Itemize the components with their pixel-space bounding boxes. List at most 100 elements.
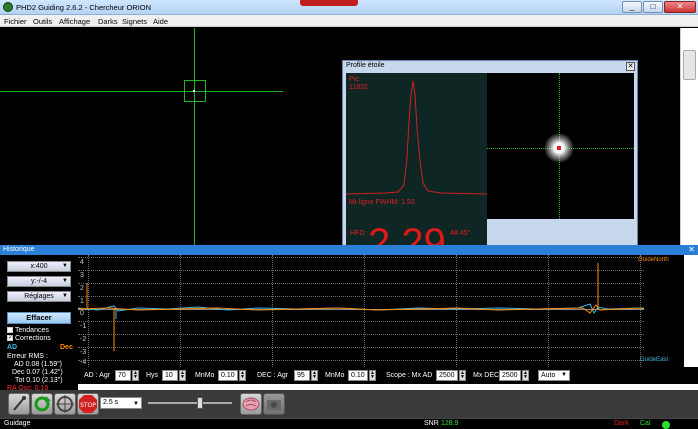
window-titlebar: PHD2 Guiding 2.6.2 - Chercheur ORION _ □… [0,0,698,15]
dec-minmo-spinner[interactable]: ▲ ▼ [369,370,376,381]
exposure-value: 2.5 s [103,399,119,406]
snr-value: 128.9 [441,420,459,427]
guide-north-label: GuideNorth [638,257,669,263]
menu-aide[interactable]: Aide [153,17,168,26]
fwhm-text: Mi-ligne FWHM: 1.92 [349,199,415,206]
menu-signets[interactable]: Signets [122,17,147,26]
star-selection-box[interactable] [184,80,206,102]
legend-ra: AD [7,344,18,351]
clear-button[interactable]: Effacer [7,312,71,324]
camera-settings-button[interactable] [263,393,285,415]
mx-ad-spinner[interactable]: ▲ ▼ [459,370,466,381]
dec-minmo-input[interactable]: 0.10 [348,370,368,381]
dec-trace [78,304,645,314]
minmo-spinner[interactable]: ▲ ▼ [239,370,246,381]
mx-dec-input[interactable]: 2500 [499,370,521,381]
history-close-button[interactable]: ✕ [688,245,695,254]
title-accent-bar [300,0,358,6]
minmo-input[interactable]: 0.10 [218,370,238,381]
menu-darks[interactable]: Darks [98,17,118,26]
gamma-slider-thumb[interactable] [197,397,204,409]
dec-agr-label: DEC : Agr [257,372,289,379]
hfd-label: HFD: [350,230,367,237]
menu-bar: Fichier Outils Affichage Darks Signets A… [0,15,698,27]
close-button[interactable]: ✕ [664,1,696,13]
guiding-graph[interactable]: 4 3 2 1 0 -1 -2 -3 -4 GuideNorth GuideEa… [78,255,684,367]
trends-label: Tendances [15,327,49,334]
minimize-button[interactable]: _ [622,1,642,13]
cal-indicator: Cal [640,420,651,427]
dec-mode-select[interactable]: Auto ▼ [538,370,570,381]
profile-close-button[interactable]: ✕ [626,62,635,71]
history-titlebar: Historique ✕ [0,245,698,255]
guide-star [193,90,195,92]
guide-traces-svg [78,263,652,351]
dec-agr-input[interactable]: 95 [294,370,310,381]
ad-agr-input[interactable]: 70 [115,370,131,381]
guide-east-label: GuideEast [640,357,669,363]
ad-agr-spinner[interactable]: ▲ ▼ [132,370,139,381]
hfd-arcsec: 48.45" [450,230,471,237]
profile-plot: Pic: 11832 Mi-ligne FWHM: 1.92 HFD: 2.29… [346,73,487,263]
connection-led-icon [662,421,670,429]
dec-mode-value: Auto [541,372,556,379]
guide-params-bar: AD : Agr 70 ▲ ▼ Hys 10 ▲ ▼ MnMo 0.10 ▲ ▼ DE… [78,367,698,384]
guide-button[interactable] [54,393,76,415]
chevron-down-icon: ▼ [133,401,139,407]
mx-dec-spinner[interactable]: ▲ ▼ [522,370,529,381]
gamma-slider[interactable] [148,402,232,404]
star-profile-window: Profile étoile ✕ Pic: 11832 Mi-ligne FWH… [342,60,638,263]
mx-dec-label: Mx DEC [473,372,500,379]
y-scale-value: y:-/-4 [31,278,47,285]
profile-title: Profile étoile [346,62,385,69]
rms-title: Erreur RMS : [7,353,48,360]
minmo-label: MnMo [195,372,215,379]
main-toolbar: STOP 2.5 s ▼ [0,390,698,418]
profile-curve [346,80,487,195]
crosshair-vertical [194,28,195,245]
phd2-logo-icon [3,2,13,12]
loop-button[interactable] [31,393,53,415]
stop-icon: STOP [79,395,97,413]
stop-button[interactable]: STOP [77,393,99,415]
status-message: Guidage [4,420,31,427]
settings-label: Réglages [24,293,54,300]
scrollbar-thumb[interactable] [683,50,696,80]
hys-input[interactable]: 10 [162,370,178,381]
ad-agr-label: AD : Agr [84,372,111,379]
camera-icon [267,400,281,410]
brain-icon [242,397,260,411]
brain-settings-button[interactable] [240,393,262,415]
menu-outils[interactable]: Outils [33,17,52,26]
snr-label: SNR [424,420,439,427]
chevron-down-icon: ▼ [62,278,68,284]
view-scrollbar[interactable] [680,28,698,245]
maximize-button[interactable]: □ [643,1,663,13]
corrections-checkbox[interactable]: ✓ [7,335,13,342]
corrections-checkbox-row[interactable]: ✓ Corrections [7,335,51,342]
y-scale-dropdown[interactable]: y:-/-4 ▼ [7,276,71,287]
telescope-icon [13,396,26,411]
trends-checkbox-row[interactable]: Tendances [7,327,49,334]
history-controls: x:400 ▼ y:-/-4 ▼ Réglages ▼ Effacer Tendanc… [0,255,78,392]
chevron-down-icon: ▼ [62,293,68,299]
graph-right-margin: GuideNorth GuideEast [638,255,684,367]
exposure-select[interactable]: 2.5 s ▼ [100,397,142,409]
x-scale-dropdown[interactable]: x:400 ▼ [7,261,71,272]
rms-dec: Dec 0.07 (1.42") [12,369,63,376]
hys-spinner[interactable]: ▲ ▼ [179,370,186,381]
history-title: Historique [3,246,35,253]
connect-gear-button[interactable] [8,393,30,415]
scope-mx-ad-label: Scope : Mx AD [386,372,433,379]
history-panel: Historique ✕ x:400 ▼ y:-/-4 ▼ Réglages ▼ Ef… [0,245,698,392]
target-icon [56,395,74,413]
loop-icon [34,396,51,412]
mx-ad-input[interactable]: 2500 [436,370,458,381]
menu-fichier[interactable]: Fichier [4,17,27,26]
svg-text:STOP: STOP [80,402,96,409]
trends-checkbox[interactable] [7,327,13,334]
menu-affichage[interactable]: Affichage [59,17,90,26]
crosshair-horizontal [0,91,283,92]
settings-dropdown[interactable]: Réglages ▼ [7,291,71,302]
dec-agr-spinner[interactable]: ▲ ▼ [311,370,318,381]
